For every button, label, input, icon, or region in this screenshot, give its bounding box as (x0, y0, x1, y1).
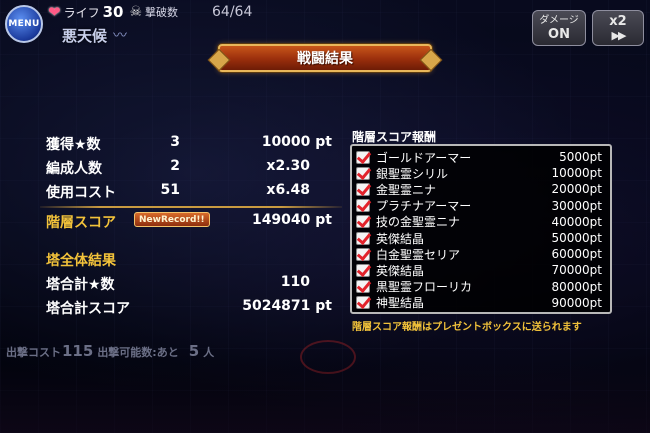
reward-name: 白金聖霊セリア (376, 247, 461, 262)
reward-name: 金聖霊ニナ (376, 182, 437, 197)
checkmark-icon (356, 280, 370, 294)
sortie-remaining-value: 5 (188, 342, 200, 360)
reward-name: 技の金聖霊ニナ (376, 215, 461, 230)
menu-button[interactable]: MENU (5, 5, 43, 43)
bottom-shade (0, 363, 650, 433)
life-indicator: ❤ ライフ 30 ☠ 撃破数 (48, 2, 178, 22)
result-detail: 10000 pt (261, 134, 332, 150)
result-label: 獲得★数 (46, 137, 101, 153)
fast-forward-icon: ▶▶ (611, 29, 627, 42)
reward-points: 60000pt (551, 247, 603, 262)
speed-toggle-button[interactable]: x2 ▶▶ (592, 10, 644, 46)
floor-score-label: 階層スコア (46, 215, 116, 231)
list-item: 金聖霊ニナ 20000pt (356, 181, 606, 197)
sortie-remaining-label: 出撃可能数:あと (97, 346, 179, 359)
damage-label: ダメージ (539, 14, 579, 26)
result-value: 51 (160, 182, 180, 198)
list-item: 英傑結晶 50000pt (356, 230, 606, 246)
skull-icon: ☠ (129, 4, 143, 20)
life-value: 30 (102, 3, 124, 21)
damage-display-toggle[interactable]: ダメージ ON (532, 10, 586, 46)
reward-points: 40000pt (551, 214, 603, 229)
battle-result-banner: 戦闘結果 (218, 44, 432, 72)
section-heading: 塔全体結果 (46, 253, 116, 269)
list-item: ゴールドアーマー 5000pt (356, 149, 606, 165)
list-item: 英傑結晶 70000pt (356, 262, 606, 278)
reward-points: 80000pt (551, 279, 603, 294)
reward-name: 神聖結晶 (376, 296, 425, 311)
reward-note: 階層スコア報酬はプレゼントボックスに送られます (352, 322, 582, 333)
tower-stars-label: 塔合計★数 (46, 277, 115, 293)
weather-label: 悪天候 (62, 26, 108, 45)
new-record-badge: NewRecord!! (134, 212, 210, 227)
checkmark-icon (356, 231, 370, 245)
reward-name: 黒聖霊フローリカ (376, 280, 473, 295)
sortie-cost-value: 115 (62, 342, 94, 360)
reward-name: プラチナアーマー (376, 199, 472, 214)
checkmark-icon (356, 199, 370, 213)
list-item: プラチナアーマー 30000pt (356, 198, 606, 214)
kill-label: 撃破数 (145, 6, 179, 19)
reward-points: 70000pt (551, 263, 603, 278)
speed-label: x2 (609, 14, 627, 29)
list-item: 技の金聖霊ニナ 40000pt (356, 214, 606, 230)
tower-stars-value: 110 (280, 274, 310, 290)
sortie-remaining-unit: 人 (203, 346, 215, 359)
reward-points: 90000pt (551, 295, 603, 310)
result-value: 2 (170, 158, 180, 174)
result-label: 使用コスト (46, 185, 116, 201)
life-label: ライフ (63, 5, 100, 20)
list-item: 銀聖霊シリル 10000pt (356, 165, 606, 181)
checkmark-icon (356, 296, 370, 310)
tower-score-label: 塔合計スコア (46, 301, 130, 317)
checkmark-icon (356, 215, 370, 229)
sortie-status: 出撃コスト 115 出撃可能数:あと 5 人 (6, 342, 214, 362)
kill-count: 64/64 (212, 4, 253, 20)
list-item: 神聖結晶 90000pt (356, 295, 606, 311)
reward-name: 銀聖霊シリル (376, 166, 449, 181)
damage-state: ON (548, 26, 570, 42)
checkmark-icon (356, 150, 370, 164)
wind-icon: 〰 (113, 28, 128, 44)
weather-indicator: 悪天候 〰 (62, 24, 127, 46)
tower-score-value: 5024871 pt (242, 298, 332, 314)
result-detail: x2.30 (266, 158, 310, 174)
reward-name: 英傑結晶 (376, 231, 425, 246)
reward-points: 50000pt (551, 230, 603, 245)
checkmark-icon (356, 263, 370, 277)
floor-score-value: 149040 pt (251, 212, 332, 228)
checkmark-icon (356, 182, 370, 196)
sortie-cost-label: 出撃コスト (6, 346, 61, 359)
reward-name: ゴールドアーマー (376, 150, 472, 165)
reward-panel-title: 階層スコア報酬 (352, 130, 437, 144)
result-detail: x6.48 (266, 182, 310, 198)
list-item: 黒聖霊フローリカ 80000pt (356, 279, 606, 295)
reward-points: 10000pt (551, 166, 603, 181)
result-label: 編成人数 (46, 161, 102, 177)
reward-points: 30000pt (551, 198, 603, 213)
reward-points: 20000pt (551, 182, 603, 197)
reward-points: 5000pt (559, 150, 602, 164)
checkmark-icon (356, 247, 370, 261)
list-item: 白金聖霊セリア 60000pt (356, 246, 606, 262)
heart-icon: ❤ (48, 3, 61, 21)
checkmark-icon (356, 166, 370, 180)
reward-name: 英傑結晶 (376, 263, 425, 278)
result-value: 3 (170, 134, 180, 150)
page-title: 戦闘結果 (297, 51, 353, 67)
result-divider (40, 206, 342, 208)
reward-list: ゴールドアーマー 5000pt 銀聖霊シリル 10000pt 金聖霊ニナ 200… (350, 144, 612, 314)
